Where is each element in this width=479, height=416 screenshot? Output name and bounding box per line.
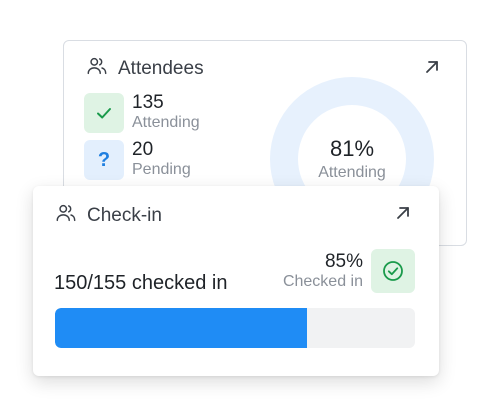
checked-in-count: 150/155 checked in bbox=[54, 272, 228, 294]
checkin-card: Check-in 150/155 checked in 85% Checked … bbox=[33, 186, 439, 376]
pending-count: 20 bbox=[132, 139, 154, 160]
arrow-up-right-icon[interactable] bbox=[393, 203, 413, 223]
dashboard-stage: Attendees 135 Attending ? 20 Pending 81%… bbox=[0, 0, 479, 416]
checkin-percent-label: Checked in bbox=[282, 273, 363, 290]
checkin-percent: 85% bbox=[324, 251, 363, 272]
checkin-header: Check-in bbox=[55, 202, 162, 229]
checkin-progress-fill bbox=[55, 308, 307, 348]
donut-percent: 81% bbox=[329, 136, 375, 161]
stat-attending: 135 Attending bbox=[84, 93, 200, 133]
users-icon bbox=[55, 202, 77, 229]
attending-label: Attending bbox=[132, 114, 200, 131]
check-icon bbox=[84, 93, 124, 133]
checkin-progress-bar bbox=[55, 308, 415, 348]
check-circle-icon bbox=[371, 249, 415, 293]
attendees-title: Attendees bbox=[118, 57, 204, 79]
pending-label: Pending bbox=[132, 161, 191, 178]
users-icon bbox=[86, 55, 108, 82]
donut-label: Attending bbox=[318, 164, 386, 181]
stat-pending: ? 20 Pending bbox=[84, 140, 191, 180]
checkin-title: Check-in bbox=[87, 204, 162, 226]
attending-count: 135 bbox=[132, 92, 164, 113]
question-icon: ? bbox=[84, 140, 124, 180]
attendees-header: Attendees bbox=[86, 55, 204, 82]
checkin-percent-block: 85% Checked in bbox=[283, 252, 363, 290]
arrow-up-right-icon[interactable] bbox=[422, 57, 442, 77]
